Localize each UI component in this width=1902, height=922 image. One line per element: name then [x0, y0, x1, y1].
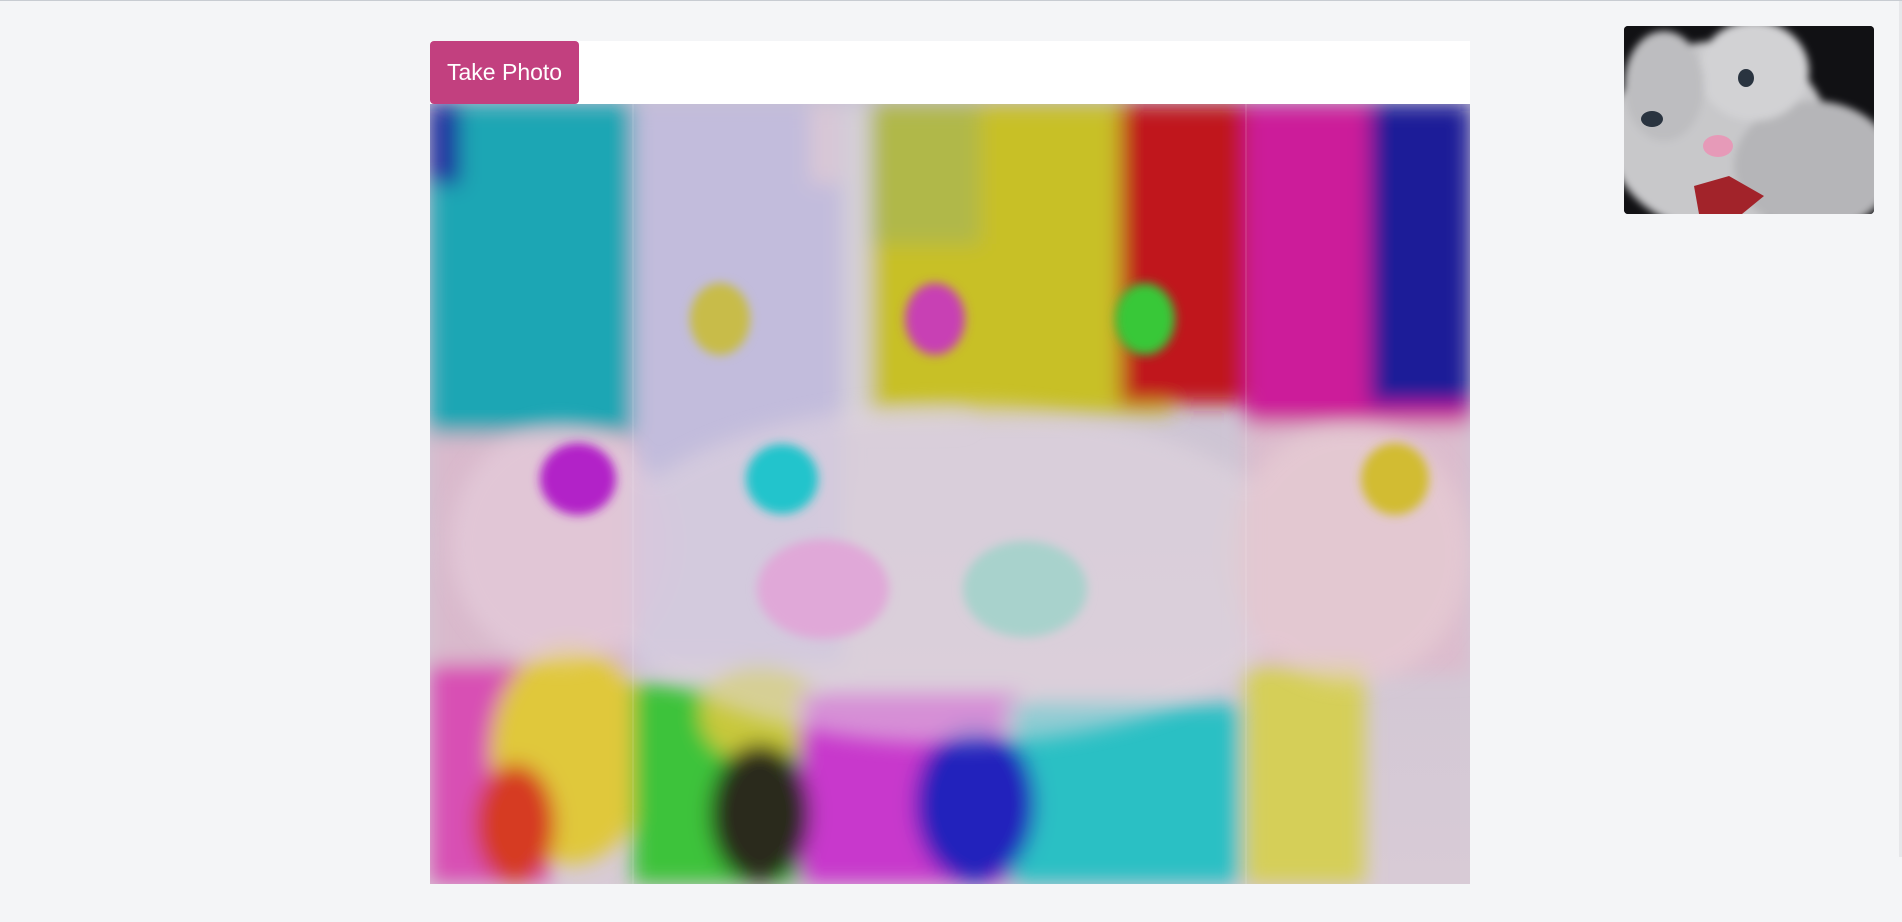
webcam-preview [1624, 26, 1874, 214]
top-border [0, 0, 1902, 1]
camera-toolbar: Take Photo [430, 41, 1470, 104]
rgb-split-image [430, 104, 1470, 884]
effect-canvas [430, 104, 1470, 884]
camera-stage: Take Photo [430, 41, 1470, 884]
webcam-preview-image [1624, 26, 1874, 214]
take-photo-button[interactable]: Take Photo [430, 41, 580, 104]
